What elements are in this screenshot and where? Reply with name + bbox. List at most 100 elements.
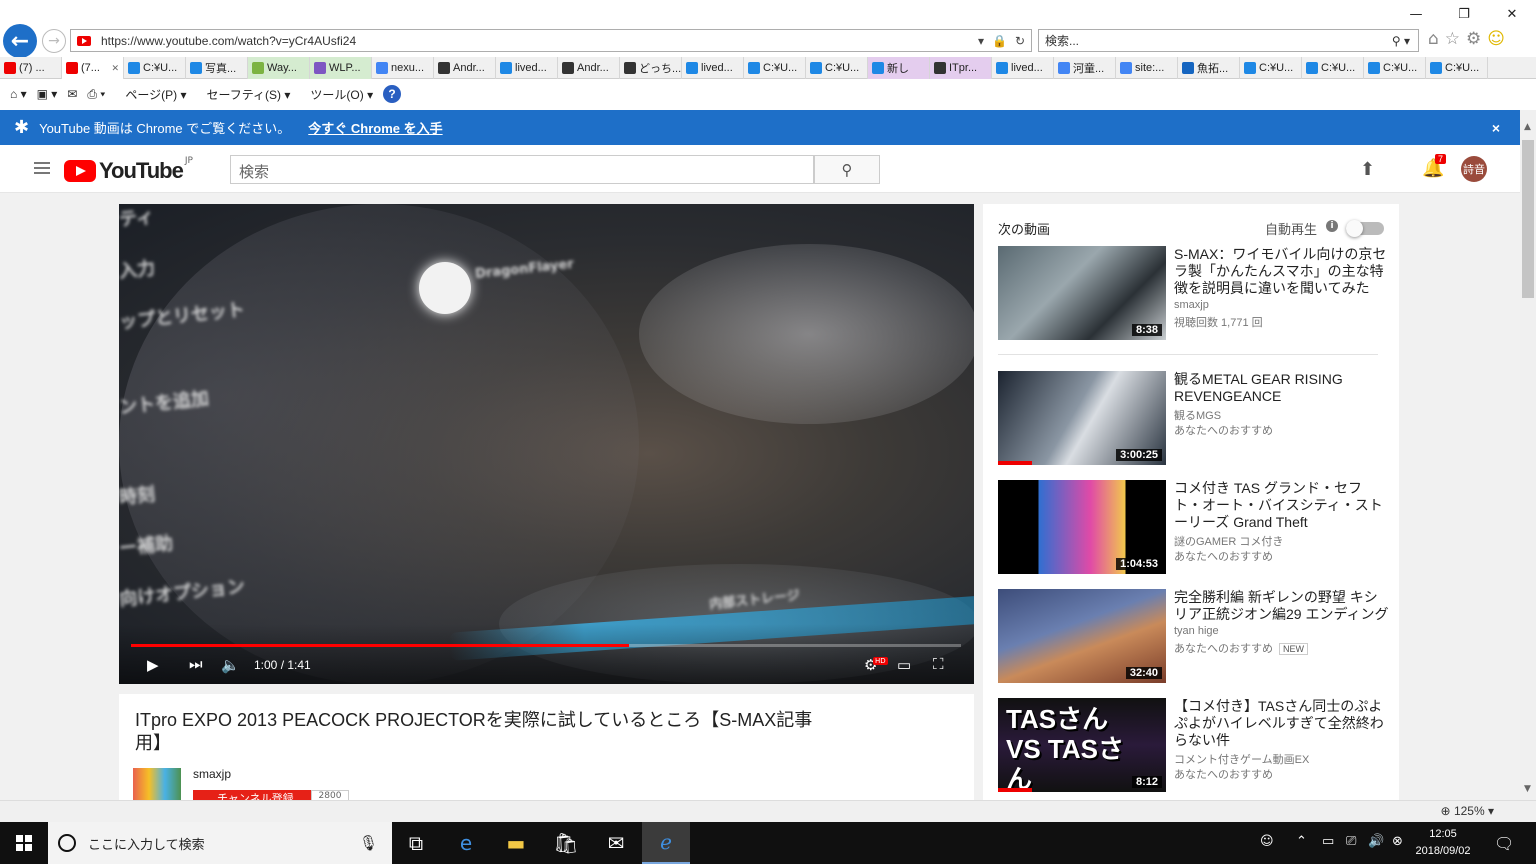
recommended-title[interactable]: S-MAX：ワイモバイル向けの京セラ製「かんたんスマホ」の主な特徴を説明員に違い… xyxy=(1174,246,1389,297)
channel-avatar[interactable] xyxy=(133,768,181,804)
browser-tab[interactable]: C:¥U... xyxy=(1364,57,1426,79)
home-icon[interactable]: ⌂ xyxy=(1428,29,1439,49)
progress-bar[interactable] xyxy=(131,644,961,647)
home-page-icon[interactable]: ⌂ ▾ xyxy=(10,87,27,101)
feeds-icon[interactable]: ▣ ▾ xyxy=(37,87,58,101)
maximize-icon[interactable]: ❐ xyxy=(1440,0,1488,28)
no-connection-icon[interactable]: ⊗ xyxy=(1392,834,1403,849)
gear-icon[interactable]: ⚙ xyxy=(1466,29,1481,49)
banner-close-icon[interactable]: × xyxy=(1492,120,1500,136)
browser-tab[interactable]: C:¥U... xyxy=(806,57,868,79)
browser-search-input[interactable]: 検索... ⚲ ▾ xyxy=(1038,29,1419,52)
smiley-icon[interactable]: ☺ xyxy=(1487,29,1505,49)
minimize-icon[interactable]: — xyxy=(1392,0,1440,28)
refresh-icon[interactable]: ↻ xyxy=(1015,34,1025,48)
start-button[interactable] xyxy=(0,822,48,864)
dropdown-icon[interactable]: ▾ xyxy=(978,34,984,48)
browser-tab[interactable]: lived... xyxy=(496,57,558,79)
task-view-icon[interactable]: ⧉ xyxy=(392,822,440,864)
avatar[interactable]: 詩音 xyxy=(1461,156,1487,182)
browser-tab[interactable]: C:¥U... xyxy=(744,57,806,79)
star-icon[interactable]: ☆ xyxy=(1445,29,1460,49)
clock[interactable]: 12:05 2018/09/02 xyxy=(1410,826,1476,860)
video-thumbnail[interactable]: TASさん VS TASさん 8:12 xyxy=(998,698,1166,792)
browser-tab[interactable]: nexu... xyxy=(372,57,434,79)
video-thumbnail[interactable]: 8:38 xyxy=(998,246,1166,340)
chevron-up-icon[interactable]: ⌃ xyxy=(1296,834,1307,849)
theater-mode-icon[interactable]: ▭ xyxy=(897,656,911,674)
browser-tab[interactable]: C:¥U... xyxy=(124,57,186,79)
taskbar-search[interactable]: ここに入力して検索 🎙 xyxy=(48,822,392,864)
browser-tab[interactable]: Andr... xyxy=(558,57,620,79)
speaker-icon[interactable]: 🔊 xyxy=(1368,834,1384,849)
recommended-video[interactable]: 3:00:25 観るMETAL GEAR RISING REVENGEANCE 観る… xyxy=(998,371,1388,466)
menu-icon[interactable] xyxy=(34,162,50,177)
fullscreen-icon[interactable]: ⛶ xyxy=(933,656,944,673)
browser-tab[interactable]: 河童... xyxy=(1054,57,1116,79)
print-icon[interactable]: ⎙ ▾ xyxy=(87,87,105,102)
browser-tab[interactable]: 写真... xyxy=(186,57,248,79)
browser-tab[interactable]: C:¥U... xyxy=(1302,57,1364,79)
recommended-video[interactable]: 8:38 S-MAX：ワイモバイル向けの京セラ製「かんたんスマホ」の主な特徴を説明… xyxy=(998,246,1388,341)
tools-menu[interactable]: ツール(O) ▾ xyxy=(300,86,373,103)
zoom-level[interactable]: ⊕ 125% ▾ xyxy=(1441,804,1494,818)
network-icon[interactable]: ⎚ xyxy=(1346,834,1356,849)
recommended-video[interactable]: TASさん VS TASさん 8:12 【コメ付き】TASさん同士のぷよぷよがハイレ… xyxy=(998,698,1388,793)
page-scrollbar[interactable]: ▲ ▼ xyxy=(1520,110,1536,800)
recommended-title[interactable]: 完全勝利編 新ギレンの野望 キシリア正統ジオン編29 エンディング xyxy=(1174,589,1389,623)
scroll-up-icon[interactable]: ▲ xyxy=(1524,122,1531,132)
recommended-video[interactable]: 1:04:53 コメ付き TAS グランド・セフト・オート・バイスシティ・ストーリ… xyxy=(998,480,1388,575)
browser-tab[interactable]: WLP... xyxy=(310,57,372,79)
edge-icon[interactable]: e xyxy=(442,822,490,864)
address-bar[interactable]: https://www.youtube.com/watch?v=yCr4AUsf… xyxy=(70,29,1032,52)
mail-icon[interactable]: ✉ xyxy=(67,87,77,101)
browser-tab[interactable]: ITpr... xyxy=(930,57,992,79)
play-icon[interactable]: ▶ xyxy=(147,656,159,674)
forward-button[interactable]: → xyxy=(42,29,66,53)
browser-tab[interactable]: C:¥U... xyxy=(1426,57,1488,79)
internet-explorer-icon[interactable]: ℯ xyxy=(642,822,690,864)
file-explorer-icon[interactable]: ▬ xyxy=(492,822,540,864)
battery-icon[interactable]: ▭ xyxy=(1322,834,1334,849)
next-icon[interactable]: ⏭ xyxy=(189,656,203,673)
close-icon[interactable]: ✕ xyxy=(1488,0,1536,28)
channel-name[interactable]: smaxjp xyxy=(193,767,231,781)
youtube-search-input[interactable]: 検索 xyxy=(230,155,814,184)
safety-menu[interactable]: セーフティ(S) ▾ xyxy=(196,86,290,103)
people-icon[interactable]: ☺ xyxy=(1260,834,1274,849)
autoplay-toggle[interactable] xyxy=(1346,220,1384,237)
browser-tab[interactable]: 新し xyxy=(868,57,930,79)
search-icon[interactable]: ⚲ ▾ xyxy=(1392,34,1418,48)
browser-tab[interactable]: どっち... xyxy=(620,57,682,79)
lock-icon[interactable]: 🔒 xyxy=(992,34,1007,48)
action-center-icon[interactable]: 🗨 xyxy=(1494,834,1514,853)
browser-tab[interactable]: (7... ✕ xyxy=(62,57,124,79)
upload-icon[interactable]: ⬆ xyxy=(1360,159,1375,180)
back-button[interactable]: ← xyxy=(3,24,37,58)
browser-tab[interactable]: Andr... xyxy=(434,57,496,79)
video-thumbnail[interactable]: 1:04:53 xyxy=(998,480,1166,574)
info-icon[interactable]: i xyxy=(1326,220,1338,232)
video-thumbnail[interactable]: 3:00:25 xyxy=(998,371,1166,465)
browser-tab[interactable]: C:¥U... xyxy=(1240,57,1302,79)
recommended-video[interactable]: 32:40 完全勝利編 新ギレンの野望 キシリア正統ジオン編29 エンディング ty… xyxy=(998,589,1388,684)
microphone-icon[interactable]: 🎙 xyxy=(359,834,378,852)
scroll-thumb[interactable] xyxy=(1522,140,1534,298)
page-menu[interactable]: ページ(P) ▾ xyxy=(115,86,186,103)
browser-tab[interactable]: 魚拓... xyxy=(1178,57,1240,79)
video-thumbnail[interactable]: 32:40 xyxy=(998,589,1166,683)
mail-icon[interactable]: ✉ xyxy=(592,822,640,864)
store-icon[interactable]: 🛍 xyxy=(542,822,590,864)
get-chrome-link[interactable]: 今すぐ Chrome を入手 xyxy=(308,118,442,137)
browser-tab[interactable]: (7) ... xyxy=(0,57,62,79)
video-player[interactable]: ティ 入力 ップとリセット ントを追加 時刻 ー補助 向けオプション 内部ストレ… xyxy=(119,204,974,684)
browser-tab[interactable]: lived... xyxy=(682,57,744,79)
browser-tab[interactable]: lived... xyxy=(992,57,1054,79)
tab-close-icon[interactable]: ✕ xyxy=(111,63,119,74)
scroll-down-icon[interactable]: ▼ xyxy=(1524,784,1531,794)
help-icon[interactable]: ? xyxy=(383,85,402,103)
recommended-title[interactable]: 観るMETAL GEAR RISING REVENGEANCE xyxy=(1174,371,1389,405)
browser-tab[interactable]: Way... xyxy=(248,57,310,79)
recommended-title[interactable]: 【コメ付き】TASさん同士のぷよぷよがハイレベルすぎて全然終わらない件 xyxy=(1174,698,1389,749)
browser-tab[interactable]: site:... xyxy=(1116,57,1178,79)
